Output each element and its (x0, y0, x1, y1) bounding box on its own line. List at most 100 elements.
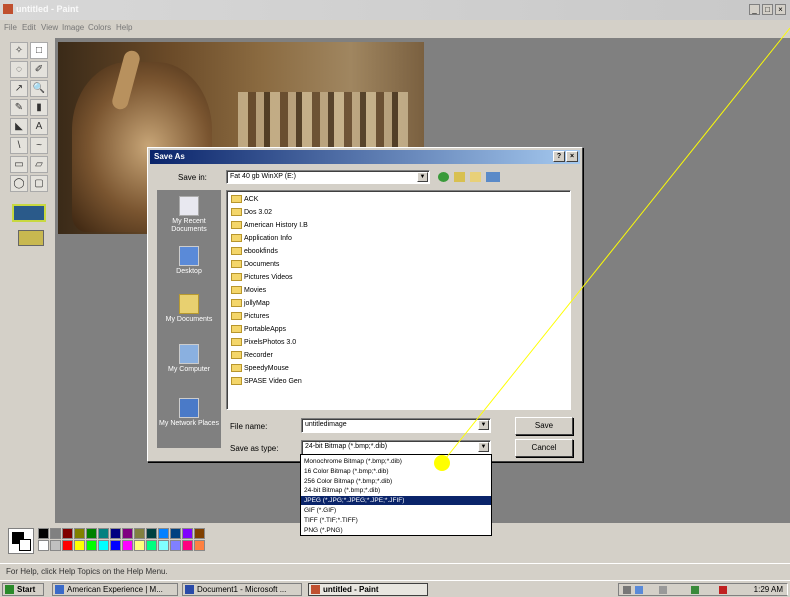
taskbar-item-paint[interactable]: untitled - Paint (308, 583, 428, 596)
palette-swatch[interactable] (98, 540, 109, 551)
palette-swatch[interactable] (50, 528, 61, 539)
file-type-option[interactable]: PNG (*.PNG) (301, 526, 491, 535)
palette-swatch[interactable] (122, 528, 133, 539)
file-type-option[interactable]: Monochrome Bitmap (*.bmp;*.dib) (301, 457, 491, 466)
views-menu-icon[interactable] (486, 172, 500, 182)
chevron-down-icon[interactable]: ▼ (478, 420, 489, 430)
palette-swatch[interactable] (182, 540, 193, 551)
file-name-input[interactable]: untitledimage ▼ (301, 418, 491, 433)
menu-edit[interactable]: Edit (22, 23, 36, 32)
file-list-item[interactable]: ebookfinds (231, 246, 278, 258)
palette-swatch[interactable] (38, 528, 49, 539)
file-list-item[interactable]: Pictures (231, 311, 269, 323)
file-list-item[interactable]: Dos 3.02 (231, 207, 272, 219)
line-tool-icon[interactable]: \ (10, 137, 28, 154)
place-my-computer[interactable]: My Computer (157, 344, 221, 374)
palette-swatch[interactable] (158, 540, 169, 551)
palette-swatch[interactable] (194, 540, 205, 551)
file-type-option[interactable]: JPEG (*.JPG;*.JPEG;*.JPE;*.JFIF) (301, 496, 491, 506)
tray-network-icon[interactable] (623, 586, 631, 594)
file-list-item[interactable]: ACK (231, 194, 258, 206)
file-type-option[interactable]: 256 Color Bitmap (*.bmp;*.dib) (301, 477, 491, 486)
palette-swatch[interactable] (194, 528, 205, 539)
menu-colors[interactable]: Colors (88, 23, 111, 32)
file-list-item[interactable]: American History I.B (231, 220, 308, 232)
airbrush-tool-icon[interactable]: ◣ (10, 118, 28, 135)
save-as-type-dropdown-list[interactable]: Monochrome Bitmap (*.bmp;*.dib) 16 Color … (300, 454, 492, 536)
new-folder-icon[interactable] (470, 172, 481, 182)
file-list-item[interactable]: Application Info (231, 233, 292, 245)
palette-swatch[interactable] (86, 528, 97, 539)
tray-alert-icon[interactable] (719, 586, 727, 594)
palette-swatch[interactable] (170, 540, 181, 551)
palette-swatch[interactable] (134, 540, 145, 551)
back-icon[interactable] (438, 172, 449, 182)
save-as-type-select[interactable]: 24-bit Bitmap (*.bmp;*.dib) ▼ (301, 440, 491, 455)
file-list-item[interactable]: PixelsPhotos 3.0 (231, 337, 296, 349)
close-button[interactable]: × (775, 4, 786, 15)
palette-swatch[interactable] (110, 540, 121, 551)
menu-image[interactable]: Image (62, 23, 84, 32)
ellipse-tool-icon[interactable]: ◯ (10, 175, 28, 192)
palette-swatch[interactable] (50, 540, 61, 551)
palette-swatch[interactable] (86, 540, 97, 551)
menu-file[interactable]: File (4, 23, 17, 32)
file-list-item[interactable]: Pictures Videos (231, 272, 293, 284)
menu-help[interactable]: Help (116, 23, 132, 32)
magnifier-tool-icon[interactable]: 🔍 (30, 80, 48, 97)
free-select-tool-icon[interactable]: ✧ (10, 42, 28, 59)
tray-speaker-icon[interactable] (659, 586, 667, 594)
file-list-item[interactable]: jollyMap (231, 298, 270, 310)
file-list-item[interactable]: Documents (231, 259, 279, 271)
taskbar-item-browser[interactable]: American Experience | M... (52, 583, 178, 596)
palette-swatch[interactable] (146, 528, 157, 539)
minimize-button[interactable]: _ (749, 4, 760, 15)
fill-tool-icon[interactable]: ✐ (30, 61, 48, 78)
up-folder-icon[interactable] (454, 172, 465, 182)
place-network-places[interactable]: My Network Places (157, 398, 221, 428)
pencil-tool-icon[interactable]: ✎ (10, 99, 28, 116)
curve-tool-icon[interactable]: ~ (30, 137, 48, 154)
rectangle-tool-icon[interactable]: ▭ (10, 156, 28, 173)
rounded-rect-tool-icon[interactable]: ▢ (30, 175, 48, 192)
place-recent-documents[interactable]: My Recent Documents (157, 196, 221, 234)
file-list[interactable]: ACK Dos 3.02 American History I.B Applicati… (226, 190, 571, 410)
chevron-down-icon[interactable]: ▼ (417, 172, 428, 182)
brush-tool-icon[interactable]: ▮ (30, 99, 48, 116)
tool-option-transparent-icon[interactable] (12, 204, 46, 222)
menu-view[interactable]: View (41, 23, 58, 32)
palette-swatch[interactable] (98, 528, 109, 539)
save-button[interactable]: Save (515, 417, 573, 435)
text-tool-icon[interactable]: A (30, 118, 48, 135)
file-type-option[interactable]: 16 Color Bitmap (*.bmp;*.dib) (301, 467, 491, 476)
tray-monitor-icon[interactable] (635, 586, 643, 594)
palette-swatch[interactable] (62, 540, 73, 551)
select-tool-icon[interactable]: □ (30, 42, 48, 59)
file-list-item[interactable]: Movies (231, 285, 266, 297)
polygon-tool-icon[interactable]: ▱ (30, 156, 48, 173)
file-type-option[interactable]: GIF (*.GIF) (301, 506, 491, 515)
pick-color-tool-icon[interactable]: ↗ (10, 80, 28, 97)
tray-shield-icon[interactable] (691, 586, 699, 594)
file-list-item[interactable]: SpeedyMouse (231, 363, 289, 375)
palette-swatch[interactable] (38, 540, 49, 551)
dialog-close-button[interactable]: × (566, 151, 578, 162)
tool-option-opaque-icon[interactable] (18, 230, 44, 246)
palette-swatch[interactable] (158, 528, 169, 539)
cancel-button[interactable]: Cancel (515, 439, 573, 457)
place-my-documents[interactable]: My Documents (157, 294, 221, 324)
chevron-down-icon[interactable]: ▼ (478, 442, 489, 452)
palette-swatch[interactable] (74, 540, 85, 551)
file-list-item[interactable]: Recorder (231, 350, 273, 362)
taskbar-item-word[interactable]: Document1 - Microsoft ... (182, 583, 302, 596)
palette-swatch[interactable] (182, 528, 193, 539)
file-type-option[interactable]: 24-bit Bitmap (*.bmp;*.dib) (301, 486, 491, 495)
eraser-tool-icon[interactable]: ◌ (10, 61, 28, 78)
place-desktop[interactable]: Desktop (157, 246, 221, 276)
dialog-help-button[interactable]: ? (553, 151, 565, 162)
file-type-option[interactable]: TIFF (*.TIF;*.TIFF) (301, 516, 491, 525)
file-list-item[interactable]: PortableApps (231, 324, 286, 336)
palette-swatch[interactable] (146, 540, 157, 551)
palette-swatch[interactable] (74, 528, 85, 539)
save-in-dropdown[interactable]: Fat 40 gb WinXP (E:) ▼ (226, 170, 430, 184)
